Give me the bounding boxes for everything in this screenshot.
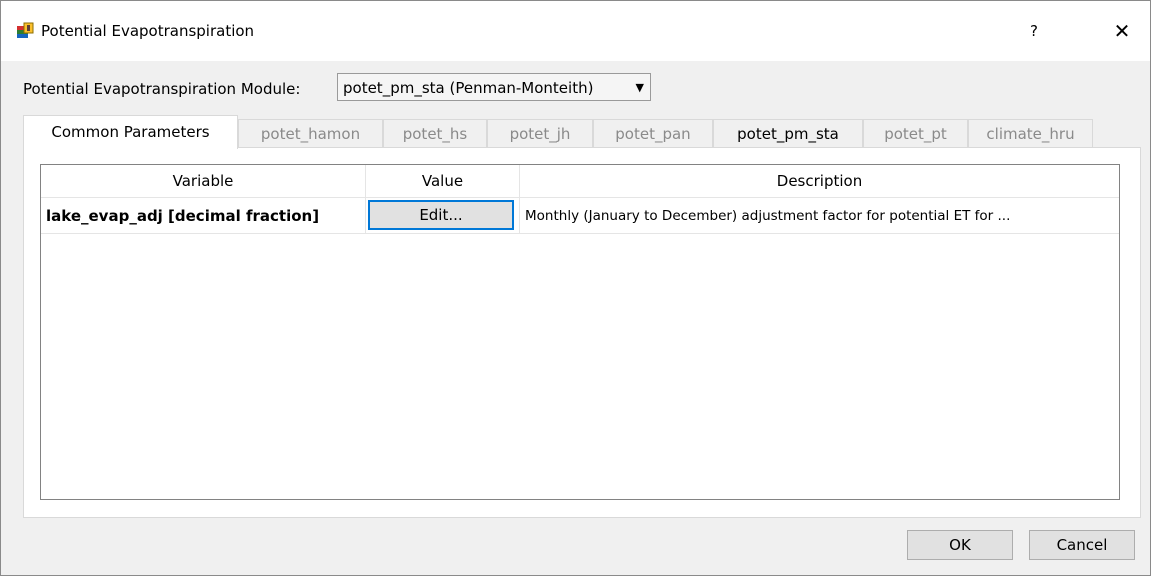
help-button[interactable]: ? [1019,17,1049,45]
dialog-window: Potential Evapotranspiration ? ✕ Potenti… [0,0,1151,576]
tab-potet-hs[interactable]: potet_hs [383,119,487,148]
title-bar: Potential Evapotranspiration ? ✕ [1,1,1150,61]
parameter-table: Variable Value Description lake_evap_adj… [40,164,1120,500]
tab-potet-pt[interactable]: potet_pt [863,119,968,148]
column-header-variable[interactable]: Variable [41,165,366,198]
tab-panel: Variable Value Description lake_evap_adj… [23,147,1141,518]
module-selected-value: potet_pm_sta (Penman-Monteith) [343,79,594,97]
ok-button[interactable]: OK [907,530,1013,560]
table-cell-variable: lake_evap_adj [decimal fraction] [41,198,366,234]
module-label: Potential Evapotranspiration Module: [23,80,301,98]
module-dropdown[interactable]: potet_pm_sta (Penman-Monteith) ▼ [337,73,651,101]
tab-bar: Common Parameters potet_hamon potet_hs p… [23,115,1123,149]
cancel-button[interactable]: Cancel [1029,530,1135,560]
window-title: Potential Evapotranspiration [41,22,255,40]
column-header-description[interactable]: Description [520,165,1119,198]
tab-climate-hru[interactable]: climate_hru [968,119,1093,148]
table-cell-description: Monthly (January to December) adjustment… [520,198,1119,234]
tab-potet-pan[interactable]: potet_pan [593,119,713,148]
tab-common-parameters[interactable]: Common Parameters [23,115,238,149]
dropdown-arrow-icon: ▼ [635,81,644,94]
tab-potet-jh[interactable]: potet_jh [487,119,593,148]
tab-potet-pm-sta[interactable]: potet_pm_sta [713,119,863,148]
edit-button[interactable]: Edit... [368,200,514,230]
app-icon [17,22,34,38]
table-cell-value: Edit... [366,198,520,234]
tab-potet-hamon[interactable]: potet_hamon [238,119,383,148]
close-button[interactable]: ✕ [1107,17,1137,45]
column-header-value[interactable]: Value [366,165,520,198]
